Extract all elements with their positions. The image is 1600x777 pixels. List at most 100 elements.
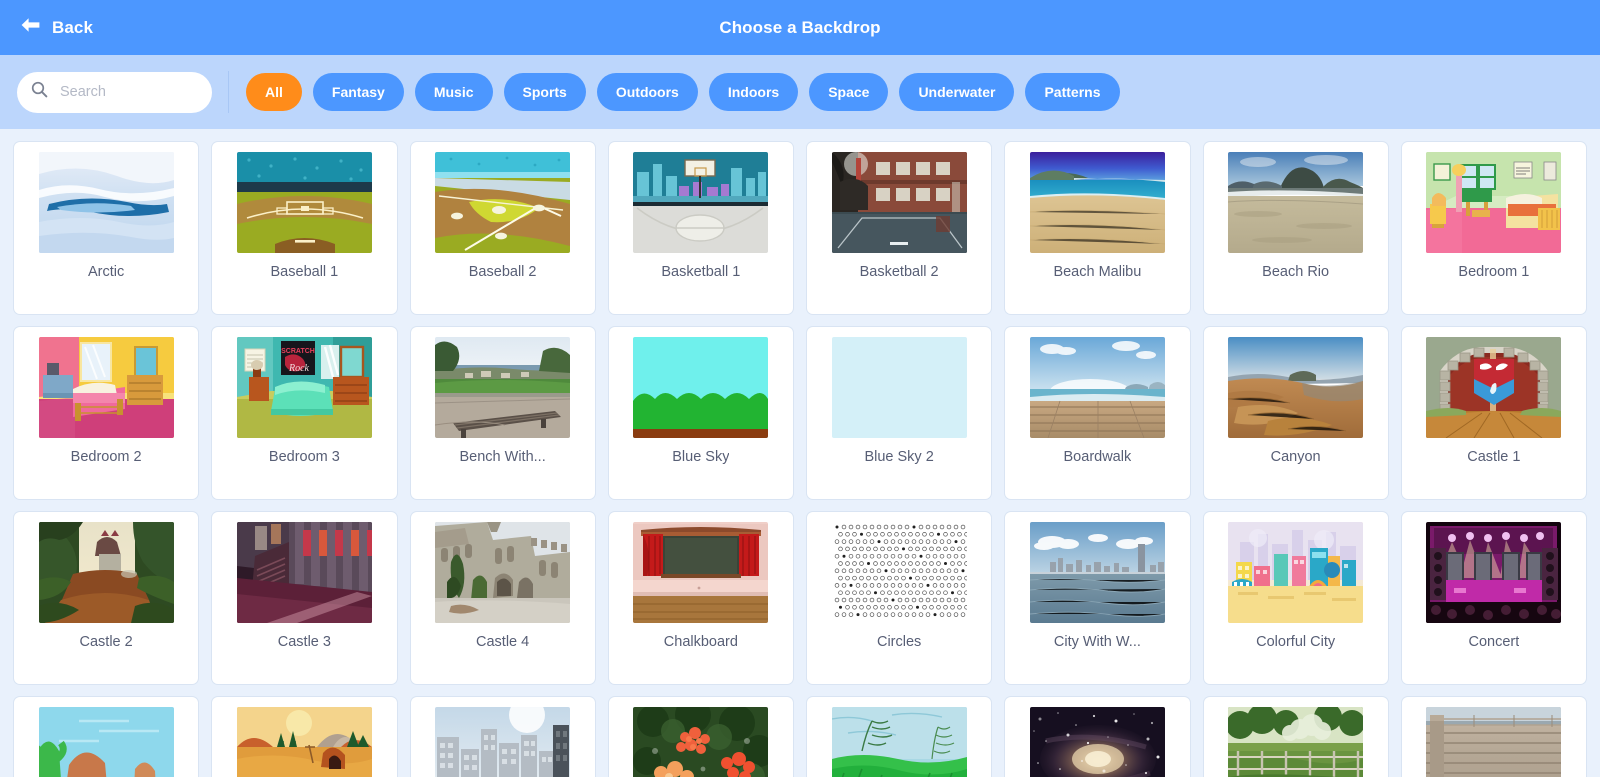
backdrop-thumbnail <box>435 337 571 438</box>
backdrop-card[interactable]: Farm <box>1203 697 1388 777</box>
backdrop-thumbnail <box>633 707 769 777</box>
backdrop-thumbnail <box>831 707 967 777</box>
backdrop-name-label: Chalkboard <box>663 634 738 650</box>
backdrop-card[interactable]: Canyon <box>1203 327 1388 499</box>
svg-text:Rock: Rock <box>288 363 310 374</box>
backdrop-thumbnail <box>1228 337 1364 438</box>
backdrop-card[interactable]: Desert <box>14 697 199 777</box>
backdrop-card[interactable]: Basketball 1 <box>608 142 793 314</box>
category-pill-label: Patterns <box>1044 84 1101 100</box>
backdrop-name-label: Colorful City <box>1256 634 1336 650</box>
backdrop-card[interactable]: Bedroom 2 <box>14 327 199 499</box>
backdrop-card[interactable]: Concert <box>1401 512 1586 684</box>
backdrop-card[interactable]: Bench With... <box>410 327 595 499</box>
search-input[interactable] <box>60 84 200 100</box>
filter-divider <box>228 71 229 113</box>
backdrop-card[interactable]: Chalkboard <box>608 512 793 684</box>
backdrop-name-label: Castle 1 <box>1467 449 1521 465</box>
backdrop-thumbnail <box>831 522 967 623</box>
page-title: Choose a Backdrop <box>719 17 881 37</box>
backdrop-card[interactable]: Urban <box>410 697 595 777</box>
backdrop-card[interactable]: Baseball 1 <box>212 142 397 314</box>
backdrop-card[interactable]: Beach Malibu <box>1005 142 1190 314</box>
backdrop-name-label: Circles <box>876 634 922 650</box>
backdrop-card[interactable]: Beach Rio <box>1203 142 1388 314</box>
backdrop-library-scroll[interactable]: Arctic Baseball 1 Baseball 2 Basketball … <box>0 129 1600 777</box>
backdrop-card[interactable]: Boardwalk 2 <box>1401 697 1586 777</box>
category-pill-underwater[interactable]: Underwater <box>899 73 1015 111</box>
back-arrow-icon <box>20 17 41 38</box>
backdrop-card[interactable]: Galaxy <box>1005 697 1190 777</box>
backdrop-thumbnail <box>831 152 967 253</box>
backdrop-name-label: Basketball 2 <box>859 264 939 280</box>
backdrop-card[interactable]: Colorful City <box>1203 512 1388 684</box>
backdrop-name-label: Castle 2 <box>79 634 133 650</box>
backdrop-name-label: Canyon <box>1270 449 1321 465</box>
category-pill-label: Music <box>433 84 474 100</box>
backdrop-card[interactable]: Castle 4 <box>410 512 595 684</box>
backdrop-name-label: Baseball 1 <box>270 264 339 280</box>
category-pill-space[interactable]: Space <box>809 73 889 111</box>
backdrop-thumbnail <box>633 337 769 438</box>
filter-bar: All Fantasy Music Sports Outdoors Indoors Spac… <box>0 55 1600 129</box>
backdrop-thumbnail <box>236 522 372 623</box>
backdrop-thumbnail <box>236 152 372 253</box>
backdrop-name-label: City With W... <box>1053 634 1141 650</box>
category-pill-music[interactable]: Music <box>414 73 493 111</box>
backdrop-name-label: Castle 4 <box>476 634 530 650</box>
category-pill-fantasy[interactable]: Fantasy <box>312 73 404 111</box>
backdrop-thumbnail <box>1029 707 1165 777</box>
backdrop-card[interactable]: Castle 2 <box>14 512 199 684</box>
backdrop-thumbnail <box>1029 522 1165 623</box>
backdrop-card[interactable]: City With W... <box>1005 512 1190 684</box>
backdrop-thumbnail <box>1228 152 1364 253</box>
backdrop-card[interactable]: Desert 2 <box>212 697 397 777</box>
backdrop-card[interactable]: Arctic <box>14 142 199 314</box>
backdrop-card[interactable]: Circles <box>807 512 992 684</box>
backdrop-card[interactable]: Blue Sky <box>608 327 793 499</box>
category-pill-label: Fantasy <box>331 84 385 100</box>
category-pill-patterns[interactable]: Patterns <box>1025 73 1120 111</box>
backdrop-card[interactable]: Flowers <box>608 697 793 777</box>
backdrop-card[interactable]: Castle 3 <box>212 512 397 684</box>
category-pill-label: Underwater <box>918 84 996 100</box>
category-pill-all[interactable]: All <box>246 73 302 111</box>
backdrop-card[interactable]: Basketball 2 <box>807 142 992 314</box>
backdrop-name-label: Baseball 2 <box>468 264 537 280</box>
backdrop-thumbnail <box>38 337 174 438</box>
backdrop-card[interactable]: Baseball 2 <box>410 142 595 314</box>
backdrop-card[interactable]: Bedroom 1 <box>1401 142 1586 314</box>
search-box[interactable] <box>17 71 212 113</box>
category-pill-label: Space <box>828 84 870 100</box>
category-pill-sports[interactable]: Sports <box>503 73 586 111</box>
backdrop-card[interactable]: Castle 1 <box>1401 327 1586 499</box>
backdrop-thumbnail <box>38 152 174 253</box>
back-button[interactable]: Back <box>0 0 111 55</box>
backdrop-card[interactable]: Garden Rock <box>807 697 992 777</box>
backdrop-card[interactable]: Boardwalk <box>1005 327 1190 499</box>
backdrop-name-label: Blue Sky 2 <box>864 449 934 465</box>
category-pill-outdoors[interactable]: Outdoors <box>596 73 698 111</box>
backdrop-thumbnail <box>435 522 571 623</box>
backdrop-card[interactable]: Blue Sky 2 <box>807 327 992 499</box>
backdrop-name-label: Beach Malibu <box>1053 264 1142 280</box>
backdrop-thumbnail <box>1228 522 1364 623</box>
backdrop-name-label: Bedroom 2 <box>70 449 142 465</box>
backdrop-name-label: Castle 3 <box>277 634 331 650</box>
backdrop-thumbnail <box>236 707 372 777</box>
backdrop-card[interactable]: SCRATCH Rock Bedroom 3 <box>212 327 397 499</box>
category-pill-label: All <box>265 84 283 100</box>
backdrop-name-label: Bedroom 1 <box>1458 264 1530 280</box>
backdrop-name-label: Arctic <box>88 264 125 280</box>
backdrop-thumbnail <box>1228 707 1364 777</box>
backdrop-thumbnail <box>1029 152 1165 253</box>
backdrop-thumbnail <box>633 522 769 623</box>
backdrop-thumbnail <box>435 707 571 777</box>
svg-text:SCRATCH: SCRATCH <box>281 348 315 355</box>
category-pill-indoors[interactable]: Indoors <box>708 73 799 111</box>
backdrop-thumbnail <box>1426 707 1562 777</box>
backdrop-thumbnail <box>435 152 571 253</box>
backdrop-thumbnail <box>1426 337 1562 438</box>
backdrop-name-label: Boardwalk <box>1063 449 1132 465</box>
backdrop-name-label: Beach Rio <box>1262 264 1330 280</box>
